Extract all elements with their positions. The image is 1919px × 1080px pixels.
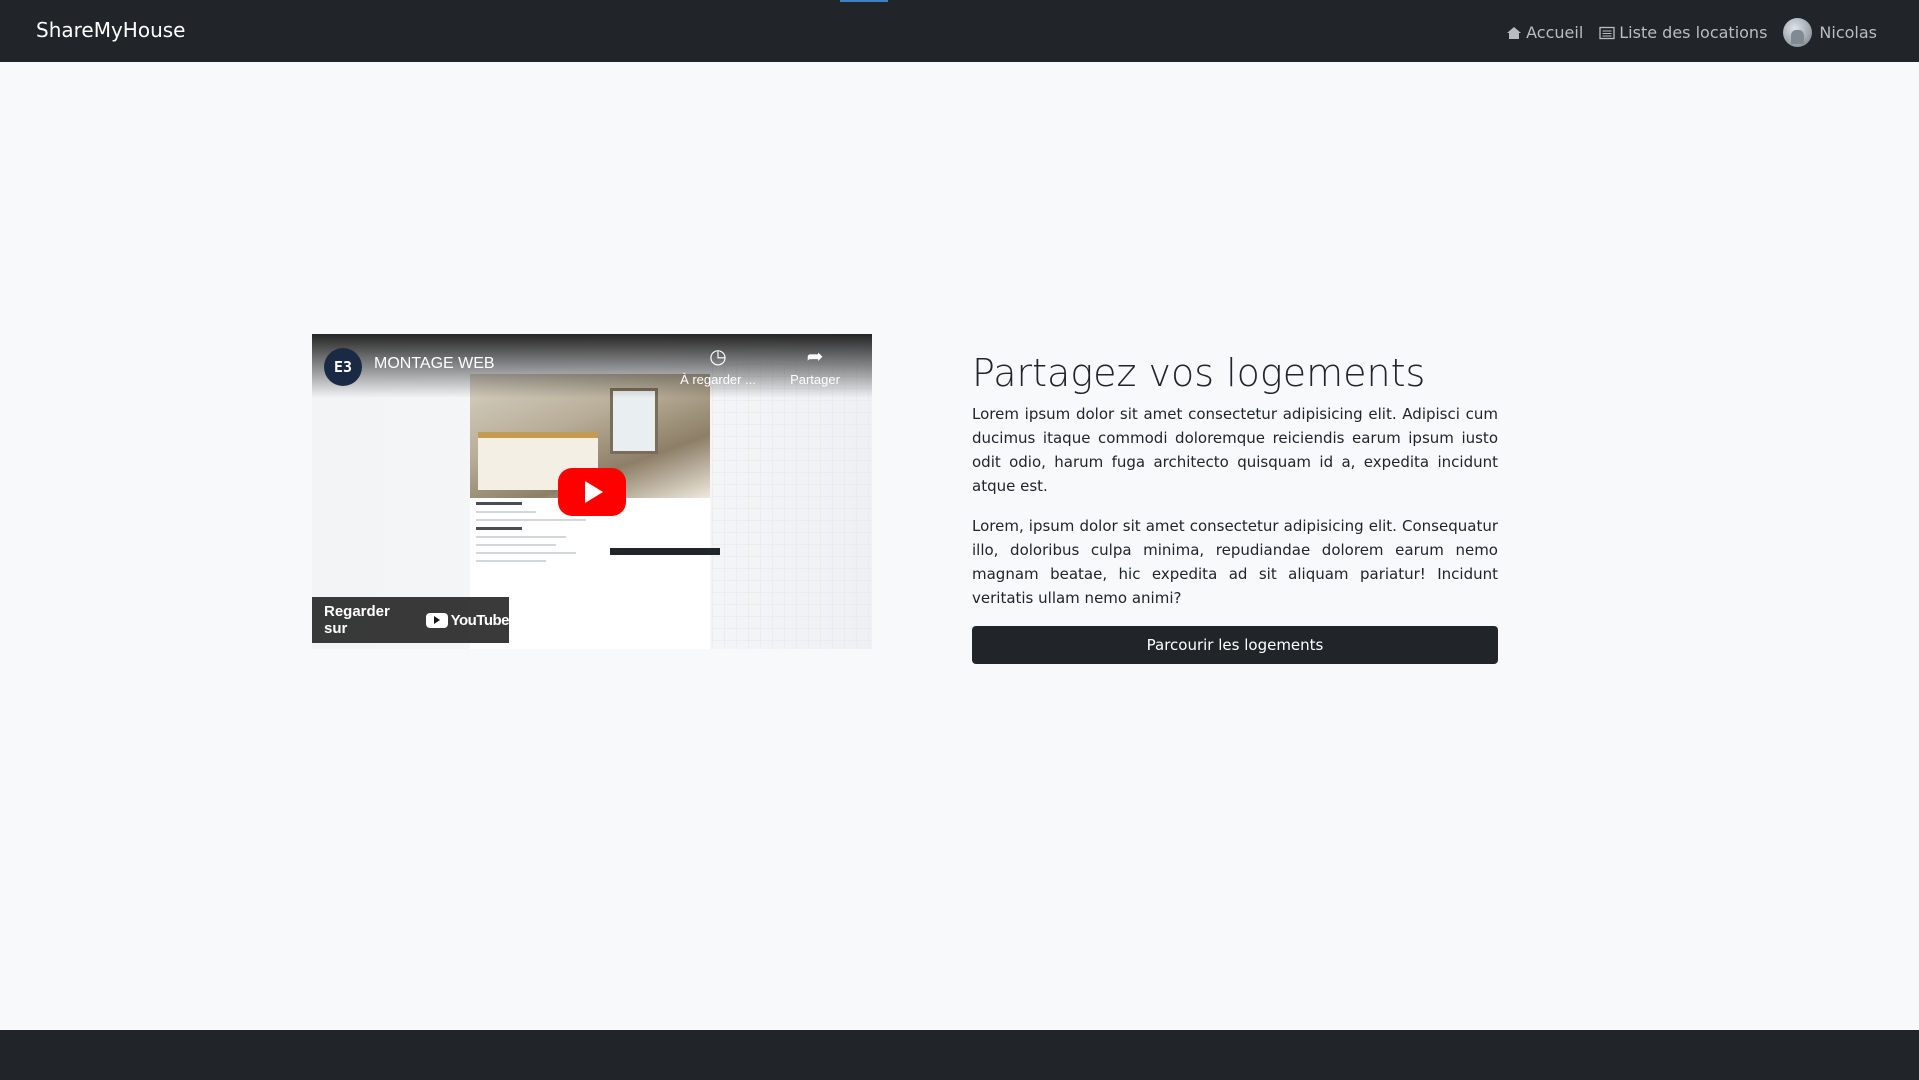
watch-later-label: À regarder ... <box>680 372 756 387</box>
intro-paragraph-2: Lorem, ipsum dolor sit amet consectetur … <box>972 517 1498 607</box>
clock-icon: ◷ <box>709 346 727 368</box>
watch-on-label: Regarder sur <box>324 603 390 637</box>
avatar <box>1783 18 1813 47</box>
nav-link-label: Liste des locations <box>1619 23 1768 42</box>
user-name: Nicolas <box>1819 23 1877 42</box>
youtube-wordmark: YouTube <box>450 611 510 629</box>
youtube-play-icon <box>425 612 448 628</box>
play-icon <box>585 481 603 503</box>
watch-on-youtube-button[interactable]: Regarder sur YouTube <box>312 597 510 643</box>
page-title: Partagez vos logements <box>972 351 1426 395</box>
hero-content: Partagez vos logements Lorem ipsum dolor… <box>972 350 1498 664</box>
browse-listings-button[interactable]: Parcourir les logements <box>972 626 1498 664</box>
video-title[interactable]: MONTAGE WEB <box>374 355 495 373</box>
share-label: Partager <box>790 372 840 387</box>
watch-later-button[interactable]: ◷ À regarder ... <box>678 346 758 387</box>
youtube-logo: YouTube <box>425 611 510 629</box>
youtube-embed[interactable]: E3 MONTAGE WEB ◷ À regarder ... ➦ Partag… <box>312 334 872 649</box>
footer <box>0 1030 1919 1080</box>
page-load-progress <box>840 0 888 2</box>
video-thumbnail-grid <box>712 364 872 649</box>
user-menu[interactable]: Nicolas <box>1783 18 1877 47</box>
video-top-bar: E3 MONTAGE WEB ◷ À regarder ... ➦ Partag… <box>312 334 872 398</box>
intro-paragraph-1: Lorem ipsum dolor sit amet consectetur a… <box>972 405 1498 495</box>
house-icon <box>1507 26 1522 39</box>
share-icon: ➦ <box>806 346 824 368</box>
list-icon <box>1599 26 1615 39</box>
play-button[interactable] <box>558 468 626 516</box>
share-button[interactable]: ➦ Partager <box>775 346 855 387</box>
navbar: ShareMyHouse Accueil Liste des locations… <box>0 0 1919 62</box>
channel-logo[interactable]: E3 <box>324 348 362 386</box>
thumbnail-button-shape <box>610 548 720 555</box>
nav-link-label: Accueil <box>1526 23 1584 42</box>
brand-link[interactable]: ShareMyHouse <box>36 18 185 42</box>
nav-links: Accueil Liste des locations Nicolas <box>1490 18 1877 47</box>
nav-link-liste-locations[interactable]: Liste des locations <box>1599 23 1767 42</box>
nav-link-accueil[interactable]: Accueil <box>1506 23 1583 42</box>
